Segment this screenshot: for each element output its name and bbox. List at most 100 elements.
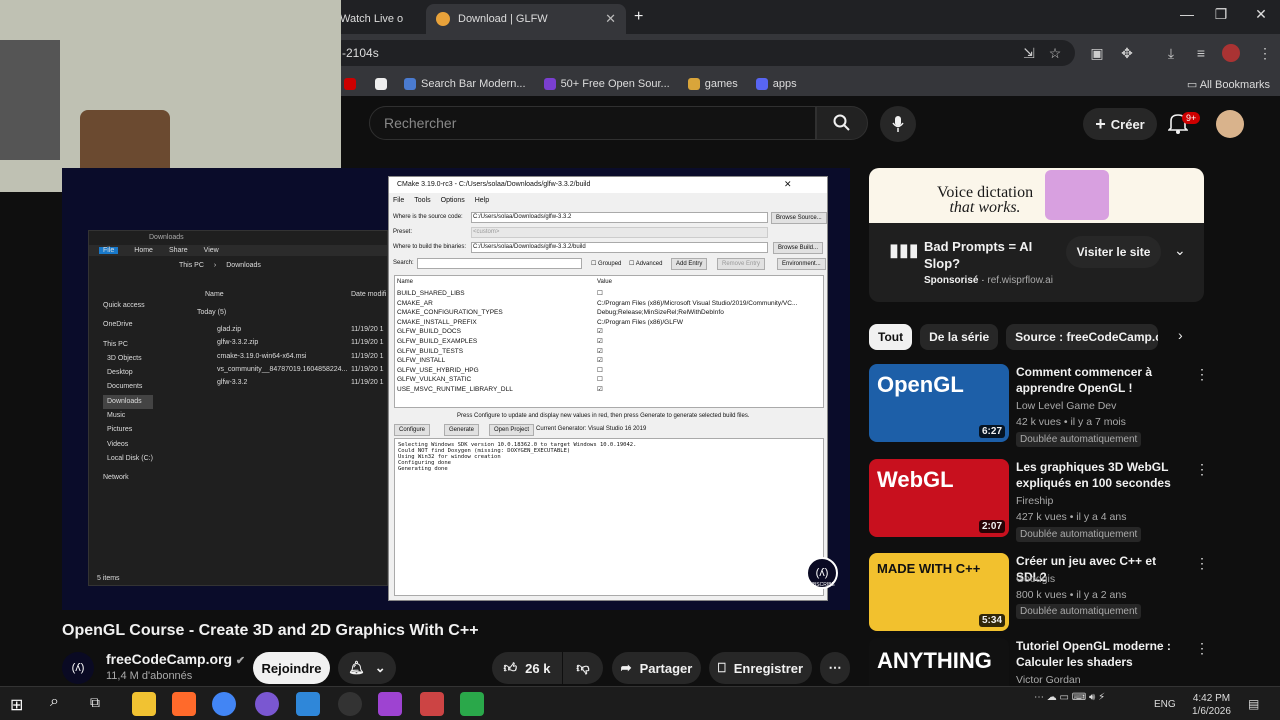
- source-field[interactable]: C:/Users/solaa/Downloads/glfw-3.3.2: [471, 212, 768, 223]
- nav-item[interactable]: OneDrive: [103, 318, 153, 332]
- cache-entry-row[interactable]: GLFW_BUILD_DOCS ☑: [397, 328, 823, 338]
- file-item[interactable]: glfw-3.3.2.zip: [217, 336, 347, 349]
- video-thumbnail[interactable]: ANYTHING: [869, 638, 1009, 686]
- column-header[interactable]: Name: [205, 291, 224, 298]
- file-item[interactable]: vs_community__84787019.1604858224...: [217, 363, 347, 376]
- ad-card[interactable]: Voice dictation that works. ▮▮▮ Bad Promp…: [869, 168, 1204, 302]
- save-button[interactable]: ⎕ Enregistrer: [709, 652, 812, 684]
- close-window-icon[interactable]: ✕: [1244, 6, 1278, 23]
- menu-item[interactable]: Help: [475, 197, 489, 204]
- build-field[interactable]: C:/Users/solaa/Downloads/glfw-3.3.2/buil…: [471, 242, 768, 253]
- cache-entry-row[interactable]: GLFW_INSTALL ☑: [397, 357, 823, 367]
- like-button[interactable]: 👍︎ 26 k: [492, 652, 562, 684]
- video-thumbnail[interactable]: MADE WITH C++ 5:34: [869, 553, 1009, 631]
- cache-entry-row[interactable]: BUILD_SHARED_LIBS ☐: [397, 290, 823, 300]
- open-project-button[interactable]: Open Project: [489, 424, 535, 436]
- cache-entry-row[interactable]: GLFW_BUILD_TESTS ☑: [397, 348, 823, 358]
- file-item[interactable]: glfw-3.3.2: [217, 376, 347, 389]
- nav-item[interactable]: Videos: [103, 438, 153, 452]
- browse-source-button[interactable]: Browse Source...: [771, 212, 827, 224]
- vscode-icon[interactable]: [296, 692, 320, 716]
- download-icon[interactable]: ⤓: [1162, 44, 1180, 62]
- video-thumbnail[interactable]: OpenGL 6:27: [869, 364, 1009, 442]
- grouped-checkbox[interactable]: ☐ Grouped: [591, 260, 621, 267]
- more-vert-icon[interactable]: ⋮: [1195, 366, 1209, 383]
- checkbox-icon[interactable]: ☑: [597, 356, 603, 364]
- visual-studio-icon[interactable]: [378, 692, 402, 716]
- checkbox-icon[interactable]: ☐: [597, 289, 603, 297]
- dislike-button[interactable]: 👎︎: [563, 652, 603, 684]
- nav-item[interactable]: Desktop: [103, 366, 153, 380]
- obs-icon[interactable]: [338, 692, 362, 716]
- remove-entry-button[interactable]: Remove Entry: [717, 258, 766, 270]
- bookmark-free-open-source[interactable]: 50+ Free Open Sour...: [543, 78, 670, 90]
- chrome-icon[interactable]: [212, 692, 236, 716]
- video-thumbnail[interactable]: WebGL 2:07: [869, 459, 1009, 537]
- extensions-icon[interactable]: ✥: [1118, 44, 1136, 62]
- channel-avatar[interactable]: (ʎ): [62, 652, 94, 684]
- omnibox[interactable]: -2104s: [330, 40, 1075, 66]
- cmake-search-input[interactable]: [417, 258, 582, 269]
- voice-search-button[interactable]: [880, 106, 916, 142]
- install-icon[interactable]: ⇲: [1020, 44, 1038, 62]
- column-header[interactable]: Date modifi: [351, 291, 386, 298]
- nav-item[interactable]: Quick access: [103, 299, 153, 313]
- close-icon[interactable]: ✕: [784, 179, 792, 190]
- notification-center-icon[interactable]: ▤: [1248, 697, 1259, 711]
- browse-build-button[interactable]: Browse Build...: [773, 242, 824, 254]
- chevron-right-icon[interactable]: ›: [1178, 327, 1183, 343]
- task-view-icon[interactable]: ⧉: [90, 694, 100, 711]
- bookmark-icon[interactable]: [375, 78, 387, 90]
- checkbox-icon[interactable]: ☐: [597, 375, 603, 383]
- minimize-icon[interactable]: —: [1170, 6, 1204, 22]
- nav-item[interactable]: This PC: [103, 338, 153, 352]
- share-button[interactable]: ➦ Partager: [612, 652, 701, 684]
- subscribed-button[interactable]: 🔔︎ ⌄: [338, 652, 396, 684]
- tab-glfw[interactable]: Download | GLFW ✕: [426, 4, 626, 34]
- bookmark-games[interactable]: games: [687, 78, 738, 90]
- search-input[interactable]: Rechercher: [369, 106, 816, 140]
- channel-name[interactable]: freeCodeCamp.org ✔: [106, 651, 245, 667]
- nav-item[interactable]: Music: [103, 409, 153, 423]
- ribbon-tab[interactable]: File: [99, 247, 119, 254]
- file-item[interactable]: glad.zip: [217, 323, 347, 336]
- more-vert-icon[interactable]: ⋮: [1195, 555, 1209, 572]
- windows-start-icon[interactable]: ⊞: [10, 695, 23, 715]
- menu-icon[interactable]: ⋮: [1256, 44, 1274, 62]
- tray-icons[interactable]: ⋯ ☁ ▭ ⌨ 🔊︎ ⚡︎: [1034, 692, 1105, 703]
- bookmark-icon[interactable]: [344, 78, 356, 90]
- cache-entry-row[interactable]: CMAKE_INSTALL_PREFIX C:/Program Files (x8…: [397, 319, 823, 329]
- discord-icon[interactable]: [255, 692, 279, 716]
- cache-entry-row[interactable]: USE_MSVC_RUNTIME_LIBRARY_DLL ☑: [397, 386, 823, 396]
- language-indicator[interactable]: ENG: [1154, 699, 1176, 710]
- cache-entry-row[interactable]: CMAKE_AR C:/Program Files (x86)/Microsoft…: [397, 300, 823, 310]
- star-icon[interactable]: ☆: [1046, 44, 1064, 62]
- nav-item[interactable]: Local Disk (C:): [103, 452, 153, 466]
- cache-entry-row[interactable]: GLFW_USE_HYBRID_HPG ☐: [397, 367, 823, 377]
- nav-item[interactable]: Downloads: [103, 394, 153, 410]
- chevron-down-icon[interactable]: ⌄: [1174, 242, 1186, 259]
- ribbon-tab[interactable]: Share: [169, 247, 188, 254]
- search-button[interactable]: [816, 106, 868, 140]
- image-icon[interactable]: ▣: [1088, 44, 1106, 62]
- cmake-icon[interactable]: [460, 692, 484, 716]
- recommended-video[interactable]: MADE WITH C++ 5:34 Créer un jeu avec C++ e…: [869, 553, 1269, 633]
- checkbox-icon[interactable]: ☐: [597, 366, 603, 374]
- tab-watch-live[interactable]: Watch Live o: [340, 4, 403, 34]
- bookmark-apps[interactable]: apps: [755, 78, 797, 90]
- cache-entry-row[interactable]: GLFW_VULKAN_STATIC ☐: [397, 376, 823, 386]
- chip-source[interactable]: Source : freeCodeCamp.org: [1006, 324, 1159, 350]
- bookmark-search-bar[interactable]: Search Bar Modern...: [404, 78, 526, 90]
- advanced-checkbox[interactable]: ☐ Advanced: [629, 260, 662, 267]
- profile-icon[interactable]: [1222, 44, 1240, 62]
- breadcrumb[interactable]: This PC › Downloads: [89, 256, 387, 275]
- file-item[interactable]: cmake-3.19.0-win64-x64.msi: [217, 350, 347, 363]
- checkbox-icon[interactable]: ☑: [597, 327, 603, 335]
- join-button[interactable]: Rejoindre: [253, 652, 330, 684]
- more-vert-icon[interactable]: ⋮: [1195, 461, 1209, 478]
- add-entry-button[interactable]: Add Entry: [671, 258, 708, 270]
- maximize-icon[interactable]: ❐: [1204, 6, 1238, 23]
- app-icon[interactable]: [420, 692, 444, 716]
- avatar[interactable]: [1216, 110, 1244, 138]
- all-bookmarks[interactable]: ▭ All Bookmarks: [1187, 78, 1270, 91]
